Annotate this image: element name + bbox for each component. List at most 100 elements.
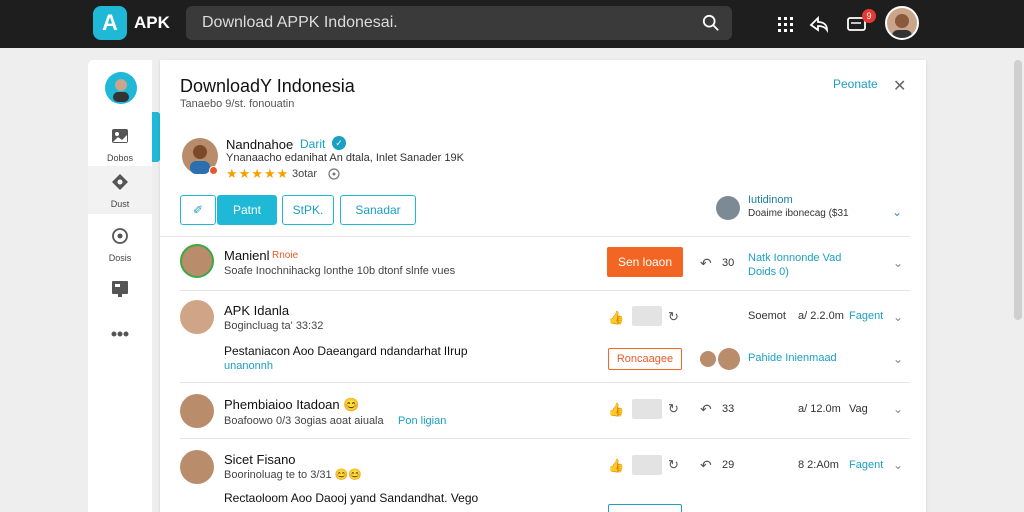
app-logo[interactable]: A — [93, 6, 127, 40]
reply-icon[interactable]: ↶ — [700, 401, 716, 417]
page-subtitle: Tanaebo 9/st. fonouatin — [180, 98, 295, 110]
right-user-name[interactable]: Iutidinom — [748, 194, 793, 206]
row-line: Pestaniacon Aoo Daeangard ndandarhat lIr… — [224, 344, 468, 358]
refresh-icon[interactable]: ↻ — [668, 401, 684, 417]
row-avatar[interactable] — [180, 450, 214, 484]
sidebar-item-4[interactable] — [88, 272, 152, 320]
reply-count: 29 — [722, 459, 735, 471]
rating-text: 3otar — [292, 168, 318, 180]
row-time: a/ 2.2.0m — [798, 310, 844, 322]
right-user-sub: Doaime ibonecag ($31 — [748, 208, 849, 219]
chevron-down-icon[interactable]: ⌄ — [893, 352, 903, 366]
search-bar[interactable]: Download APPK Indonesai. — [186, 6, 732, 40]
chevron-down-icon[interactable]: ⌄ — [893, 256, 903, 270]
row-name[interactable]: Manienl — [224, 248, 270, 263]
row-line-tag[interactable]: unanonnh — [224, 360, 273, 372]
thumbs-up-icon[interactable]: 👍 — [608, 402, 624, 418]
sidebar-item-label: Dobos — [106, 153, 133, 163]
chevron-down-icon[interactable]: ⌄ — [892, 205, 902, 219]
apk-button[interactable]: StPK. — [282, 195, 334, 225]
row-outline-button[interactable] — [608, 504, 682, 512]
divider — [180, 438, 910, 439]
reply-icon[interactable]: ↶ — [700, 255, 716, 271]
row-name[interactable]: Sicet Fisano — [224, 452, 296, 467]
chevron-down-icon[interactable]: ⌄ — [893, 458, 903, 472]
row-line: Rectaoloom Aoo Daooj yand Sandandhat. Ve… — [224, 491, 479, 505]
row-right-line[interactable]: Natk Ionnonde Vad — [748, 252, 841, 264]
share-icon[interactable] — [808, 13, 830, 35]
profile-name[interactable]: Nandnahoe — [226, 137, 293, 152]
chevron-down-icon[interactable]: ⌄ — [893, 310, 903, 324]
thumbs-up-icon[interactable]: 👍 — [608, 310, 624, 326]
row-tag: Rnoie — [272, 250, 299, 261]
row-outline-button[interactable]: Roncaagee — [608, 348, 682, 370]
secondary-button[interactable]: Sanadar — [340, 195, 416, 225]
main-panel: DownloadY Indonesia Tanaebo 9/st. fonoua… — [160, 60, 926, 512]
star-rating: ★★★★★ — [226, 166, 290, 181]
scrollbar[interactable] — [1014, 60, 1022, 320]
page-title: DownloadY Indonesia — [180, 76, 355, 96]
image-icon — [112, 129, 128, 143]
bookmark-button[interactable] — [632, 399, 662, 419]
refresh-icon[interactable]: ↻ — [668, 309, 684, 325]
right-user-avatar[interactable] — [716, 196, 740, 220]
row-sub-tag[interactable]: Pon ligian — [398, 415, 446, 427]
reply-count: 33 — [722, 403, 735, 415]
row-name[interactable]: APK Idanla — [224, 303, 289, 318]
info-icon[interactable] — [328, 168, 340, 180]
like-button[interactable] — [632, 306, 662, 326]
sidebar-avatar[interactable] — [105, 72, 137, 104]
profile-tag[interactable]: Darit — [300, 137, 325, 151]
mini-avatar — [700, 351, 716, 367]
row-time-tag[interactable]: Fagent — [849, 310, 883, 322]
grid-icon[interactable] — [774, 13, 796, 35]
edit-button[interactable]: ✐ — [180, 195, 216, 225]
top-bar: A APK Download APPK Indonesai. 9 — [0, 0, 1024, 48]
row-avatar[interactable] — [180, 244, 214, 278]
thumbs-up-icon[interactable]: 👍 — [608, 458, 624, 474]
row-avatar[interactable] — [180, 394, 214, 428]
diamond-icon — [112, 174, 128, 190]
reply-count: 30 — [722, 257, 735, 269]
status-dot — [209, 166, 218, 175]
row-name[interactable]: Phembiaioo Itadoan 😊 — [224, 397, 359, 413]
sidebar-item-label: Dust — [110, 199, 130, 209]
row-sub: Boorinoluag te to 3/31 😊😊 — [224, 469, 363, 481]
sidebar-item-2[interactable]: Dust — [88, 166, 152, 214]
close-icon[interactable]: ✕ — [893, 76, 906, 96]
sidebar-item-1[interactable]: Dobos — [88, 120, 152, 168]
row-time: a/ 12.0m — [798, 403, 841, 415]
verified-icon: ✓ — [332, 136, 346, 150]
row-time-tag[interactable]: Fagent — [849, 459, 883, 471]
reply-icon[interactable]: ↶ — [700, 457, 716, 473]
row-sub: Boafoowo 0/3 3ogias aoat aiuala — [224, 415, 384, 427]
divider — [160, 236, 910, 237]
card-icon — [112, 281, 128, 297]
more-icon — [111, 331, 129, 337]
app-logo-text: APK — [134, 13, 170, 32]
primary-button[interactable]: Patnt — [217, 195, 277, 225]
row-right-link[interactable]: Pahide Inienmaad — [748, 352, 837, 364]
sidebar-item-3[interactable]: Dosis — [88, 220, 152, 268]
circle-icon — [112, 228, 128, 244]
row-time: 8 2:A0m — [798, 459, 839, 471]
user-avatar[interactable] — [885, 6, 919, 40]
like-button[interactable] — [632, 455, 662, 475]
row-cta-button[interactable]: Sen loaon — [607, 247, 683, 277]
refresh-icon[interactable]: ↻ — [668, 457, 684, 473]
search-input[interactable]: Download APPK Indonesai. — [202, 14, 398, 32]
header-action-link[interactable]: Peonate — [833, 77, 878, 91]
sidebar-item-label: Dosis — [108, 253, 132, 263]
chevron-down-icon[interactable]: ⌄ — [893, 402, 903, 416]
divider — [180, 290, 910, 291]
left-sidebar: Dobos Dust Dosis — [88, 60, 152, 512]
search-icon[interactable] — [702, 14, 720, 32]
sidebar-item-5[interactable] — [88, 318, 152, 366]
profile-description: Ynanaacho edanihat An dtala, Inlet Sanad… — [226, 152, 464, 164]
row-sub: Bogincluag ta' 33:32 — [224, 320, 324, 332]
divider — [180, 382, 910, 383]
row-sub: Soafe Inochnihackg lonthe 10b dtonf slnf… — [224, 265, 456, 277]
notification-badge: 9 — [862, 9, 876, 23]
row-avatar[interactable] — [180, 300, 214, 334]
row-meta: Soemot — [748, 310, 786, 322]
